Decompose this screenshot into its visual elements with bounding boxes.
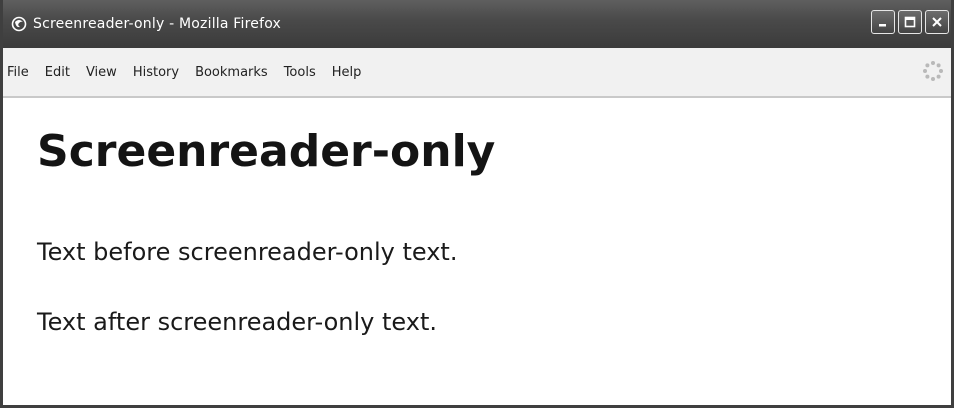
menu-edit[interactable]: Edit [45,65,70,80]
maximize-icon [904,16,916,28]
menu-bar: File Edit View History Bookmarks Tools H… [3,48,951,98]
menu-file[interactable]: File [7,65,29,80]
close-icon [932,17,942,27]
title-bar[interactable]: Screenreader-only - Mozilla Firefox [3,0,951,48]
menu-view[interactable]: View [86,65,117,80]
menu-history[interactable]: History [133,65,179,80]
window-controls [871,10,949,34]
page-heading: Screenreader-only [37,126,496,177]
menu-bookmarks[interactable]: Bookmarks [195,65,268,80]
window-title: Screenreader-only - Mozilla Firefox [33,16,282,32]
paragraph-after: Text after screenreader-only text. [37,308,437,336]
minimize-button[interactable] [871,10,895,34]
minimize-icon [879,24,886,27]
menu-help[interactable]: Help [332,65,362,80]
maximize-button[interactable] [898,10,922,34]
loading-throbber-icon [921,59,945,83]
page-content: Screenreader-only Text before screenread… [3,98,951,405]
close-button[interactable] [925,10,949,34]
firefox-icon [11,16,27,32]
menu-tools[interactable]: Tools [284,65,316,80]
browser-window: Screenreader-only - Mozilla Firefox File… [0,0,954,408]
paragraph-before: Text before screenreader-only text. [37,238,458,266]
